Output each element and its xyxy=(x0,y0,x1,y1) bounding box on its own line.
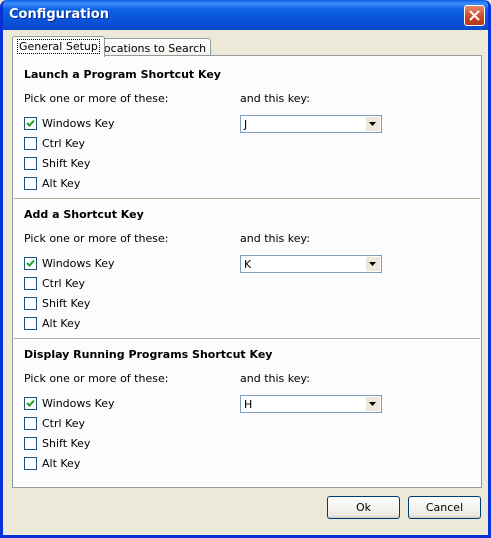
general-setup-panel: Launch a Program Shortcut Key Pick one o… xyxy=(12,55,482,488)
windows-key-label: Windows Key xyxy=(42,397,115,410)
cancel-button[interactable]: Cancel xyxy=(408,496,481,519)
shift-key-label: Shift Key xyxy=(42,297,91,310)
ok-button[interactable]: Ok xyxy=(327,496,400,519)
title-bar[interactable]: Configuration xyxy=(3,0,488,30)
tab-locations-to-search[interactable]: Locations to Search xyxy=(93,38,212,56)
shift-key-label: Shift Key xyxy=(42,157,91,170)
close-button[interactable] xyxy=(464,5,485,26)
tab-general-setup-label: General Setup xyxy=(17,39,100,54)
key-select-value: H xyxy=(244,398,253,411)
chevron-down-icon xyxy=(369,262,376,266)
ctrl-key-label: Ctrl Key xyxy=(42,137,86,150)
pick-label: Pick one or more of these: xyxy=(24,232,169,245)
alt-key-checkbox[interactable] xyxy=(24,317,37,330)
tab-locations-to-search-label: Locations to Search xyxy=(98,42,207,55)
windows-key-label: Windows Key xyxy=(42,257,115,270)
section-title: Add a Shortcut Key xyxy=(24,208,144,221)
key-select[interactable]: J xyxy=(240,115,382,133)
windows-key-label: Windows Key xyxy=(42,117,115,130)
chevron-down-icon xyxy=(369,122,376,126)
section-divider xyxy=(14,338,480,340)
configuration-dialog: Configuration General Setup Locations to… xyxy=(0,0,491,538)
key-label: and this key: xyxy=(240,232,310,245)
alt-key-label: Alt Key xyxy=(42,177,81,190)
section-title: Launch a Program Shortcut Key xyxy=(24,68,221,81)
alt-key-checkbox[interactable] xyxy=(24,177,37,190)
checkmark-icon xyxy=(26,259,35,267)
section-divider xyxy=(14,198,480,200)
windows-key-checkbox[interactable] xyxy=(24,397,37,410)
key-label: and this key: xyxy=(240,92,310,105)
alt-key-label: Alt Key xyxy=(42,317,81,330)
windows-key-checkbox[interactable] xyxy=(24,117,37,130)
chevron-down-icon xyxy=(369,402,376,406)
shift-key-checkbox[interactable] xyxy=(24,437,37,450)
pick-label: Pick one or more of these: xyxy=(24,372,169,385)
key-select[interactable]: K xyxy=(240,255,382,273)
tab-general-setup[interactable]: General Setup xyxy=(12,36,105,57)
key-select-value: J xyxy=(244,118,248,131)
pick-label: Pick one or more of these: xyxy=(24,92,169,105)
shift-key-checkbox[interactable] xyxy=(24,297,37,310)
ok-button-label: Ok xyxy=(355,501,372,514)
dropdown-button[interactable] xyxy=(365,257,380,271)
dropdown-button[interactable] xyxy=(365,117,380,131)
key-label: and this key: xyxy=(240,372,310,385)
shift-key-label: Shift Key xyxy=(42,437,91,450)
ctrl-key-label: Ctrl Key xyxy=(42,417,86,430)
windows-key-checkbox[interactable] xyxy=(24,257,37,270)
shift-key-checkbox[interactable] xyxy=(24,157,37,170)
alt-key-checkbox[interactable] xyxy=(24,457,37,470)
ctrl-key-checkbox[interactable] xyxy=(24,277,37,290)
key-select-value: K xyxy=(244,258,252,271)
checkmark-icon xyxy=(26,119,35,127)
ctrl-key-label: Ctrl Key xyxy=(42,277,86,290)
key-select[interactable]: H xyxy=(240,395,382,413)
alt-key-label: Alt Key xyxy=(42,457,81,470)
ctrl-key-checkbox[interactable] xyxy=(24,137,37,150)
window-title: Configuration xyxy=(9,7,109,22)
cancel-button-label: Cancel xyxy=(425,501,464,514)
checkmark-icon xyxy=(26,399,35,407)
section-title: Display Running Programs Shortcut Key xyxy=(24,348,273,361)
ctrl-key-checkbox[interactable] xyxy=(24,417,37,430)
dropdown-button[interactable] xyxy=(365,397,380,411)
